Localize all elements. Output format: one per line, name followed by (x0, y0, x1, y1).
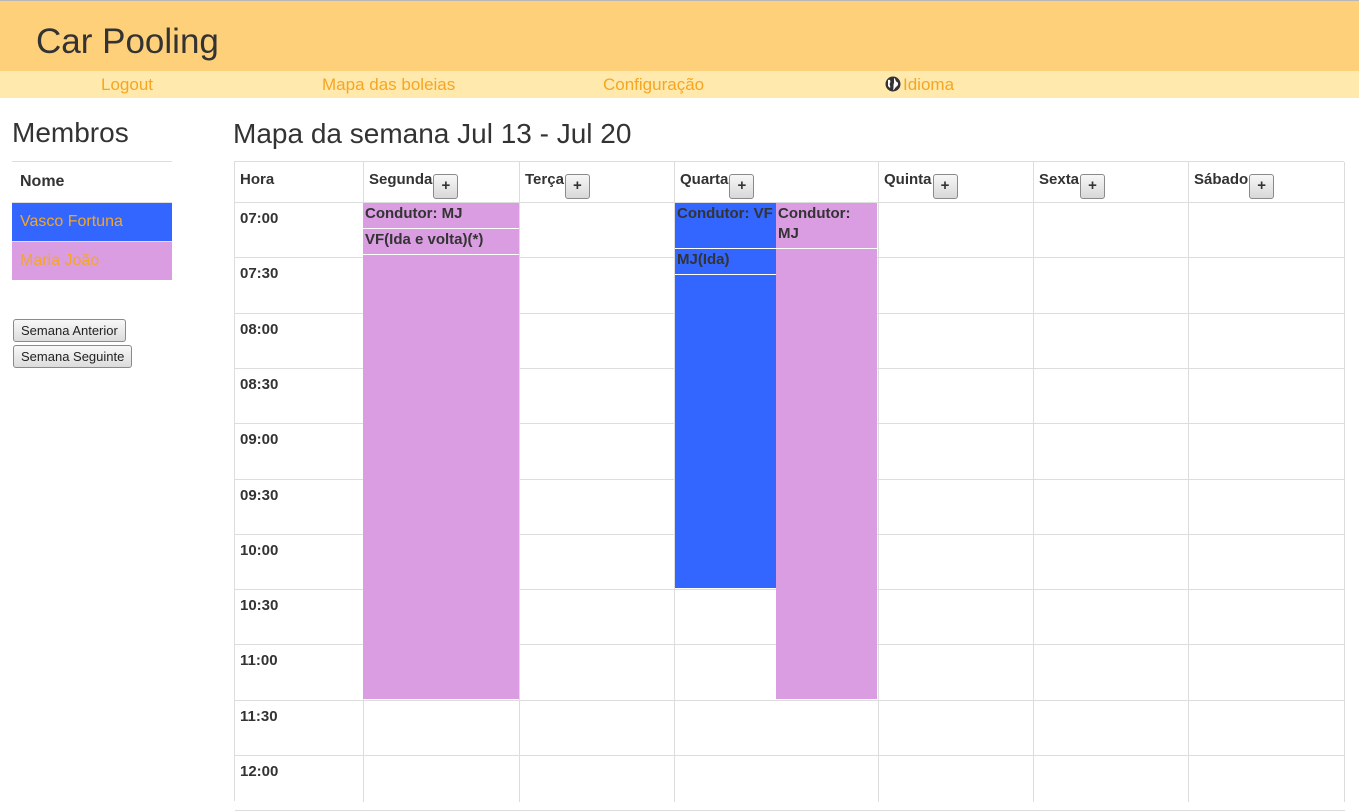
time-slot-label: 11:00 (240, 652, 278, 670)
day-header-sexta: Sexta + (1039, 171, 1106, 199)
day-label: Terça (525, 171, 564, 188)
ride-block[interactable]: Condutor: VF MJ(Ida) (675, 203, 776, 589)
grid-column-line (1344, 162, 1345, 802)
time-slot-label: 10:00 (240, 541, 279, 559)
members-title: Membros (12, 117, 129, 148)
app-title: Car Pooling (36, 22, 219, 61)
time-slot-label: 09:30 (240, 486, 279, 504)
ride-driver-label: Condutor: MJ (363, 203, 519, 229)
day-header-quinta: Quinta + (884, 171, 958, 199)
day-label: Segunda (369, 171, 433, 188)
add-ride-button[interactable]: + (1249, 174, 1275, 199)
day-label: Sexta (1039, 171, 1080, 188)
time-slot-label: 08:30 (240, 375, 279, 393)
week-title: Mapa da semana Jul 13 - Jul 20 (233, 118, 632, 149)
logout-link[interactable]: Logout (101, 75, 153, 95)
grid-column-line (519, 162, 520, 802)
members-name-header: Nome (20, 173, 65, 190)
grid-row-line (235, 755, 1345, 756)
language-label: Idioma (903, 75, 955, 94)
add-ride-button[interactable]: + (433, 174, 459, 199)
hour-column-header: Hora (240, 171, 275, 188)
settings-link[interactable]: Configuração (603, 75, 704, 95)
week-calendar-grid: Hora Segunda + Terça + Quarta + Quinta + Sexta + S… (234, 161, 1345, 811)
previous-week-button[interactable]: Semana Anterior (13, 319, 126, 342)
grid-row-line (235, 699, 1345, 701)
add-ride-button[interactable]: + (729, 174, 755, 199)
member-row[interactable]: Vasco Fortuna (12, 202, 172, 241)
language-link[interactable]: Idioma (885, 75, 954, 95)
ride-map-link[interactable]: Mapa das boleias (322, 75, 455, 95)
ride-driver-label: Condutor: VF (675, 203, 776, 249)
time-slot-label: 10:30 (240, 597, 279, 615)
time-slot-label: 07:30 (240, 265, 279, 283)
grid-column-line (1033, 162, 1034, 802)
ride-block[interactable]: Condutor: MJ VF(Ida e volta)(*) (363, 203, 519, 699)
add-ride-button[interactable]: + (932, 174, 958, 199)
time-slot-label: 08:00 (240, 320, 279, 338)
grid-column-line (1188, 162, 1189, 802)
day-header-quarta: Quarta + (680, 171, 755, 199)
ride-block[interactable]: Condutor: MJ (776, 203, 877, 699)
time-slot-label: 07:00 (240, 210, 279, 227)
day-label: Quarta (680, 171, 729, 188)
nav-bar: Logout Mapa das boleias Configuração Idi… (0, 71, 1359, 98)
grid-column-line (878, 162, 879, 802)
app-header: Car Pooling (0, 0, 1359, 71)
day-header-terça: Terça + (525, 171, 590, 199)
next-week-button[interactable]: Semana Seguinte (13, 345, 133, 368)
ride-passenger-label: MJ(Ida) (675, 249, 776, 275)
time-slot-label: 12:00 (240, 763, 279, 780)
day-header-sábado: Sábado + (1194, 171, 1275, 199)
day-header-segunda: Segunda + (369, 171, 459, 199)
add-ride-button[interactable]: + (564, 174, 590, 199)
time-slot-label: 11:30 (240, 707, 278, 725)
members-table: Nome Vasco Fortuna Maria João (12, 161, 172, 280)
ride-driver-label: Condutor: MJ (776, 203, 877, 249)
ride-passenger-label: VF(Ida e volta)(*) (363, 229, 519, 255)
member-row[interactable]: Maria João (12, 241, 172, 280)
day-label: Sábado (1194, 171, 1249, 188)
add-ride-button[interactable]: + (1080, 174, 1106, 199)
globe-icon (885, 76, 901, 92)
time-slot-label: 09:00 (240, 431, 279, 449)
day-label: Quinta (884, 171, 932, 188)
